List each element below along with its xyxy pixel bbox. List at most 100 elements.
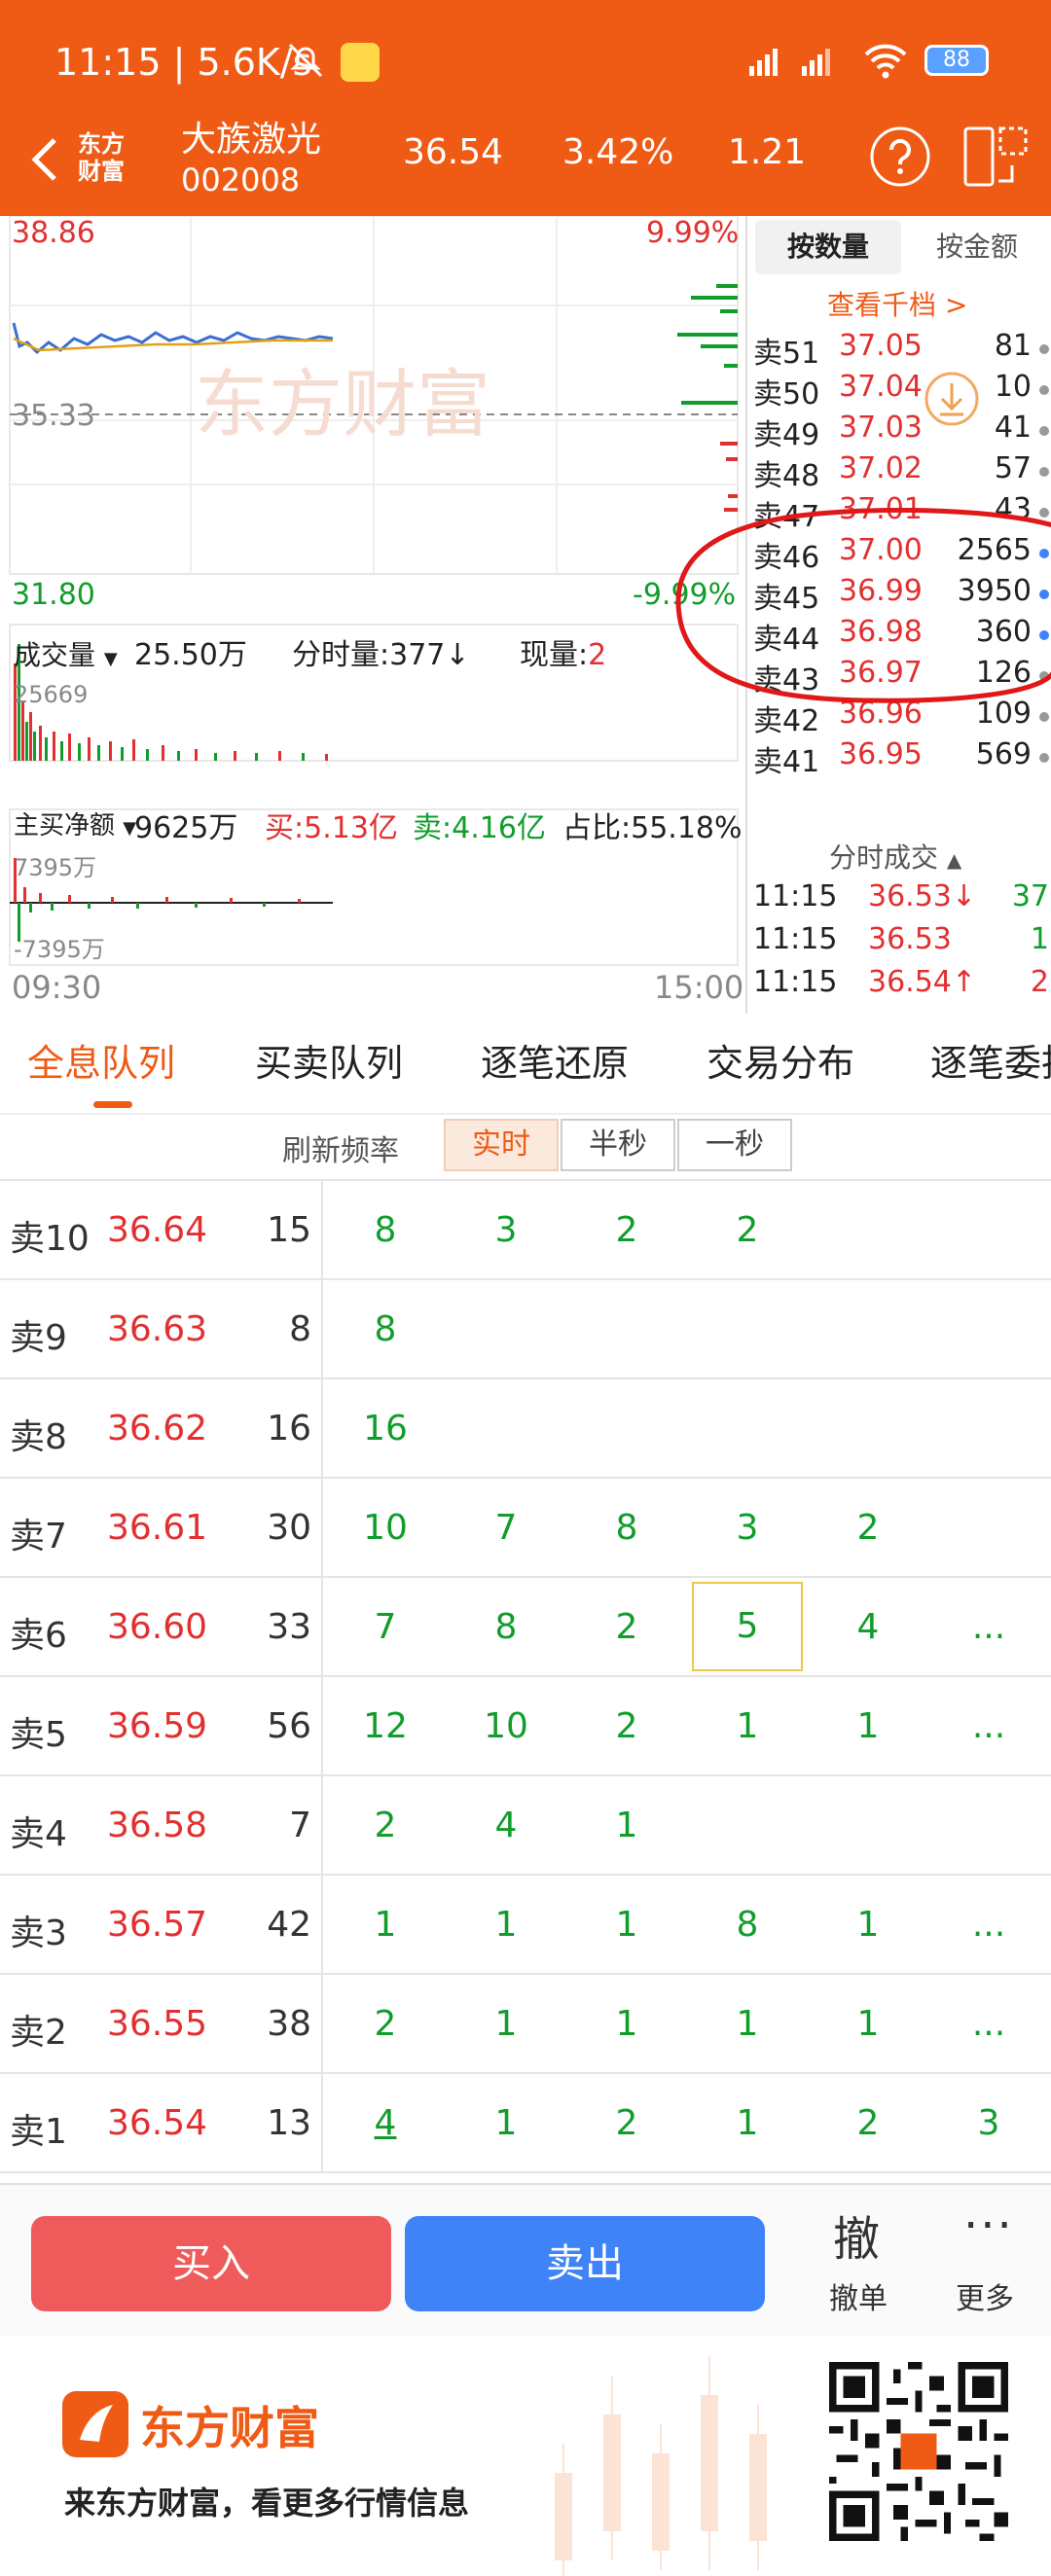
queue-order[interactable]: ...	[950, 2004, 1028, 2044]
refresh-rate-label: 刷新频率	[282, 1134, 399, 1168]
queue-order[interactable]: 7	[467, 1508, 545, 1548]
queue-row[interactable]: 卖7 36.61 30 10 7 8 3 2	[0, 1477, 1051, 1578]
price-mid-label: 35.33	[12, 399, 95, 433]
queue-row[interactable]: 卖9 36.63 8 8	[0, 1278, 1051, 1379]
wifi-icon	[864, 44, 907, 79]
queue-price: 36.54	[107, 2103, 208, 2143]
queue-order[interactable]: 1	[708, 2004, 786, 2044]
queue-order[interactable]: 2	[346, 2004, 424, 2044]
queue-order[interactable]: 2	[346, 1806, 424, 1845]
queue-order[interactable]: 1	[467, 2103, 545, 2143]
queue-order[interactable]: 4	[467, 1806, 545, 1845]
queue-row[interactable]: 卖3 36.57 42 1 1 1 8 1...	[0, 1874, 1051, 1975]
queue-order[interactable]: 8	[588, 1508, 666, 1548]
tab-order-queue[interactable]: 买卖队列	[255, 1033, 403, 1087]
queue-row[interactable]: 卖8 36.62 16 16	[0, 1377, 1051, 1479]
more-icon[interactable]: ···	[963, 2199, 1014, 2253]
more-label[interactable]: 更多	[956, 2274, 1014, 2317]
queue-order[interactable]: 8	[708, 1905, 786, 1945]
flow-axis-top: 7395万	[14, 854, 97, 881]
tab-full-queue[interactable]: 全息队列	[27, 1033, 175, 1087]
queue-order[interactable]: 8	[346, 1309, 424, 1349]
queue-order[interactable]: 4	[346, 2103, 424, 2143]
queue-order[interactable]: 7	[346, 1607, 424, 1647]
queue-row[interactable]: 卖10 36.64 15 8 3 2 2	[0, 1179, 1051, 1280]
view-full-depth-link[interactable]: 查看千档 >	[827, 284, 967, 323]
buy-button[interactable]: 买入	[31, 2216, 391, 2311]
queue-order[interactable]: 3	[467, 1210, 545, 1250]
queue-order[interactable]: 1	[467, 1905, 545, 1945]
cancel-order-icon[interactable]: 撤	[833, 2200, 880, 2269]
queue-volume: 16	[267, 1409, 311, 1449]
volume-indicator-select[interactable]: 成交量 ▼	[14, 634, 118, 673]
queue-order[interactable]: 2	[588, 2103, 666, 2143]
queue-order[interactable]: ...	[950, 1706, 1028, 1746]
queue-order[interactable]: 1	[588, 1905, 666, 1945]
queue-order[interactable]: 2	[829, 1508, 907, 1548]
queue-row[interactable]: 卖2 36.55 38 2 1 1 1 1...	[0, 1973, 1051, 2074]
tab-trade-distribution[interactable]: 交易分布	[707, 1033, 854, 1087]
queue-order[interactable]: 3	[950, 2103, 1028, 2143]
queue-level: 卖3	[10, 1914, 67, 1953]
queue-order[interactable]: 1	[829, 2004, 907, 2044]
by-amount-tab[interactable]: 按金额	[909, 220, 1045, 274]
queue-order[interactable]: 1	[829, 1706, 907, 1746]
queue-order[interactable]: 2	[588, 1607, 666, 1647]
flow-value: 9625万	[134, 811, 238, 845]
detail-tabs: 全息队列 买卖队列 逐笔还原 交易分布 逐笔委托	[0, 1014, 1051, 1115]
queue-row[interactable]: 卖1 36.54 13 4 1 2 1 2 3	[0, 2072, 1051, 2173]
depth-row[interactable]: 卖50 37.04 10	[747, 370, 1051, 411]
queue-row[interactable]: 卖4 36.58 7 2 4 1	[0, 1774, 1051, 1876]
queue-order[interactable]: 1	[588, 2004, 666, 2044]
refresh-realtime-button[interactable]: 实时	[444, 1119, 559, 1171]
stock-name[interactable]: 大族激光	[181, 111, 321, 161]
queue-row[interactable]: 卖5 36.59 56 12 10 2 1 1...	[0, 1675, 1051, 1776]
depth-row[interactable]: 卖49 37.03 41	[747, 411, 1051, 452]
queue-volume: 33	[267, 1607, 311, 1647]
depth-indicator-dot	[1039, 344, 1049, 354]
queue-order[interactable]: 5	[692, 1582, 803, 1671]
queue-order[interactable]: 4	[829, 1607, 907, 1647]
queue-volume: 15	[267, 1210, 311, 1250]
queue-order[interactable]: 3	[708, 1508, 786, 1548]
landscape-switch-icon[interactable]	[961, 123, 1030, 191]
queue-order[interactable]: 2	[588, 1210, 666, 1250]
tab-tick-restore[interactable]: 逐笔还原	[481, 1033, 629, 1087]
queue-order[interactable]: 8	[346, 1210, 424, 1250]
depth-row[interactable]: 卖48 37.02 57	[747, 451, 1051, 493]
refresh-rate-bar: 刷新频率 实时 半秒 一秒	[0, 1115, 1051, 1177]
queue-price: 36.64	[107, 1210, 208, 1250]
by-quantity-tab[interactable]: 按数量	[755, 220, 901, 274]
queue-order[interactable]: 12	[346, 1706, 424, 1746]
flow-indicator-select[interactable]: 主买净额 ▼	[14, 805, 136, 841]
intraday-chart[interactable]: 东方财富 38.86 9.99% 35.33 31.80 -9.99% 成交量 …	[0, 216, 745, 1014]
queue-order[interactable]: 10	[346, 1508, 424, 1548]
back-arrow-icon[interactable]	[18, 130, 76, 189]
queue-order[interactable]: 1	[708, 2103, 786, 2143]
depth-bars	[677, 284, 738, 512]
depth-row[interactable]: 卖51 37.05 81	[747, 329, 1051, 371]
queue-order[interactable]: 1	[346, 1905, 424, 1945]
queue-order[interactable]: 10	[467, 1706, 545, 1746]
queue-order[interactable]: 1	[829, 1905, 907, 1945]
tick-row: 11:15 36.54↑ 2	[747, 965, 1051, 1008]
queue-order[interactable]: 16	[346, 1409, 424, 1449]
sell-button[interactable]: 卖出	[405, 2216, 765, 2311]
queue-order[interactable]: 2	[588, 1706, 666, 1746]
help-icon[interactable]	[868, 125, 932, 189]
queue-row[interactable]: 卖6 36.60 33 7 8 2 5 4...	[0, 1576, 1051, 1677]
queue-order[interactable]: 2	[708, 1210, 786, 1250]
queue-order[interactable]: 1	[708, 1706, 786, 1746]
queue-order[interactable]: 8	[467, 1607, 545, 1647]
cancel-order-label[interactable]: 撤单	[829, 2274, 888, 2317]
queue-order[interactable]: ...	[950, 1607, 1028, 1647]
queue-order[interactable]: 1	[467, 2004, 545, 2044]
tab-tick-orders[interactable]: 逐笔委托	[930, 1033, 1051, 1087]
refresh-one-second-button[interactable]: 一秒	[677, 1119, 792, 1171]
queue-order[interactable]: ...	[950, 1905, 1028, 1945]
depth-volume: 81	[994, 329, 1032, 363]
queue-order[interactable]: 2	[829, 2103, 907, 2143]
download-icon[interactable]	[923, 370, 981, 428]
refresh-half-second-button[interactable]: 半秒	[561, 1119, 675, 1171]
queue-order[interactable]: 1	[588, 1806, 666, 1845]
